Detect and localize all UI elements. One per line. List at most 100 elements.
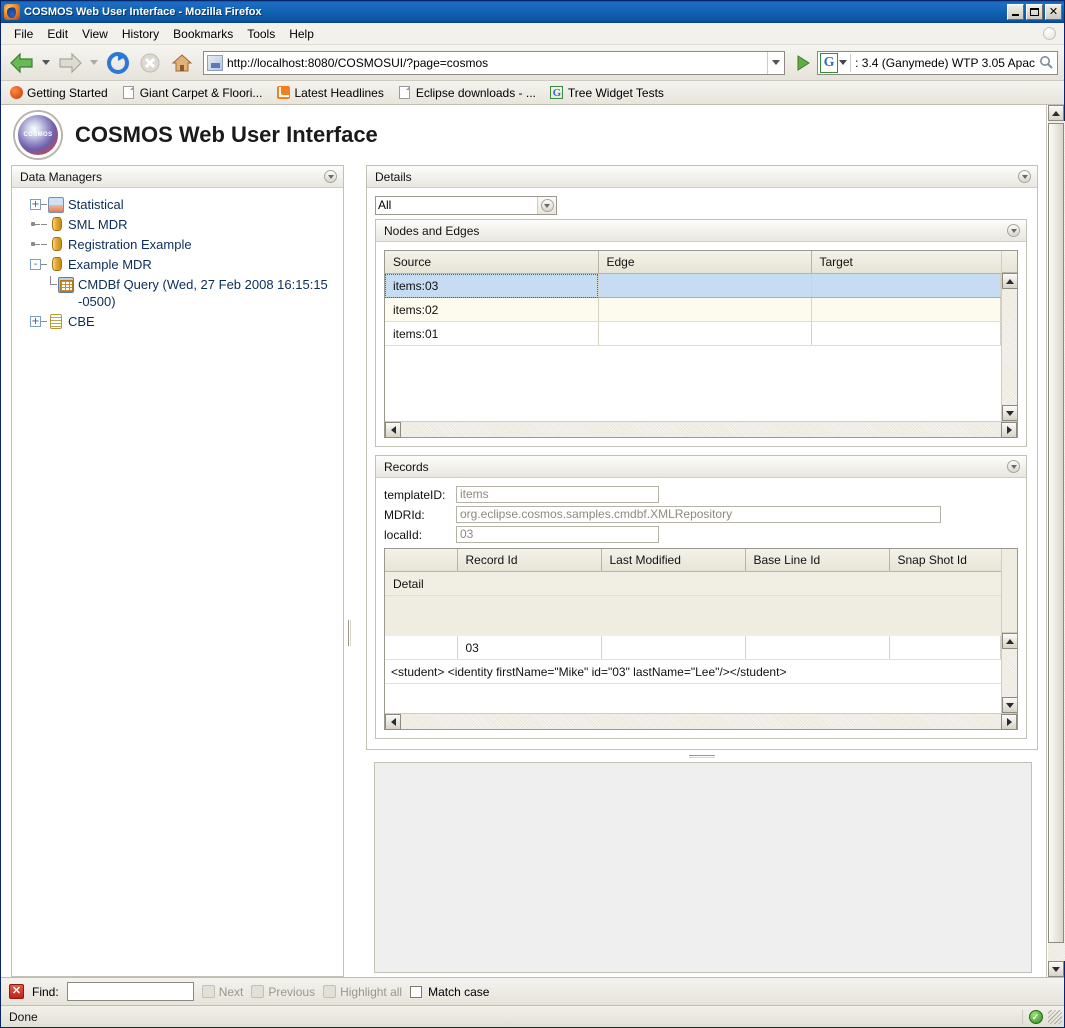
- search-magnifier-icon[interactable]: [1035, 55, 1057, 70]
- column-header-base-line-id[interactable]: Base Line Id: [745, 549, 890, 572]
- scroll-down-button[interactable]: [1002, 405, 1017, 421]
- menu-tools[interactable]: Tools: [240, 25, 282, 43]
- expander-plus-icon[interactable]: +: [30, 199, 41, 210]
- find-close-icon[interactable]: ✕: [9, 984, 24, 999]
- cell-target[interactable]: [811, 297, 1001, 322]
- cell-target[interactable]: [811, 321, 1001, 346]
- security-status-cell[interactable]: ✓: [1022, 1009, 1048, 1024]
- cell-source[interactable]: items:01: [385, 321, 599, 346]
- tree-item-cbe[interactable]: + CBE: [30, 313, 343, 330]
- horizontal-splitter[interactable]: [366, 750, 1038, 762]
- column-header-snap-shot-id[interactable]: Snap Shot Id: [889, 549, 1001, 572]
- match-case-checkbox[interactable]: Match case: [410, 985, 489, 999]
- bookmark-tree-widget-tests[interactable]: G Tree Widget Tests: [550, 86, 664, 100]
- records-grid-horizontal-scrollbar[interactable]: [385, 713, 1017, 730]
- column-header-last-modified[interactable]: Last Modified: [601, 549, 746, 572]
- search-bar[interactable]: G : 3.4 (Ganymede) WTP 3.05 Apac: [817, 50, 1058, 75]
- cell-blank[interactable]: [385, 635, 458, 660]
- column-header-target[interactable]: Target: [811, 251, 1001, 274]
- search-input[interactable]: : 3.4 (Ganymede) WTP 3.05 Apac: [851, 56, 1035, 70]
- reload-button-icon[interactable]: [103, 48, 133, 78]
- chevron-down-icon[interactable]: [324, 170, 337, 183]
- url-history-dropdown-icon[interactable]: [767, 51, 783, 74]
- search-engine-dropdown-icon[interactable]: [839, 60, 848, 65]
- nodes-grid-vertical-scrollbar[interactable]: [1001, 251, 1017, 421]
- bookmark-giant-carpet[interactable]: Giant Carpet & Floori...: [122, 86, 262, 100]
- close-button[interactable]: ✕: [1045, 4, 1062, 20]
- menu-help[interactable]: Help: [282, 25, 321, 43]
- tree-item-sml-mdr[interactable]: SML MDR: [30, 216, 343, 233]
- chevron-down-icon[interactable]: [1007, 460, 1020, 473]
- menu-bookmarks[interactable]: Bookmarks: [166, 25, 240, 43]
- find-input[interactable]: [66, 982, 194, 1001]
- column-header-source[interactable]: Source: [385, 251, 599, 274]
- bookmark-getting-started[interactable]: Getting Started: [9, 86, 108, 100]
- vertical-splitter[interactable]: [344, 165, 354, 977]
- scroll-down-button[interactable]: [1048, 961, 1064, 977]
- expander-plus-icon[interactable]: +: [30, 316, 41, 327]
- records-grid-vertical-scrollbar[interactable]: [1001, 549, 1017, 713]
- localid-field[interactable]: 03: [456, 526, 659, 543]
- scroll-down-button[interactable]: [1002, 697, 1017, 713]
- scrollbar-track[interactable]: [1002, 289, 1017, 405]
- scroll-right-button[interactable]: [1001, 422, 1017, 438]
- menu-history[interactable]: History: [115, 25, 166, 43]
- back-button-icon[interactable]: [7, 48, 37, 78]
- bookmark-latest-headlines[interactable]: Latest Headlines: [276, 86, 384, 100]
- splitter-grip[interactable]: [348, 619, 351, 646]
- filter-select-dropdown-button[interactable]: [537, 197, 556, 214]
- column-header-record-id[interactable]: Record Id: [457, 549, 602, 572]
- cell-snap-shot-id[interactable]: [889, 635, 1001, 660]
- cell-last-modified[interactable]: [601, 635, 746, 660]
- back-dropdown-icon[interactable]: [42, 60, 50, 65]
- scroll-up-button[interactable]: [1048, 105, 1064, 121]
- maximize-button[interactable]: [1026, 4, 1043, 20]
- records-xml-row[interactable]: <student> <identity firstName="Mike" id=…: [385, 659, 1001, 684]
- nodes-grid-horizontal-scrollbar[interactable]: [385, 421, 1017, 438]
- tree-item-cmdbf-query[interactable]: CMDBf Query (Wed, 27 Feb 2008 16:15:15 -…: [30, 276, 343, 310]
- table-row[interactable]: items:03: [385, 273, 1001, 298]
- scroll-right-button[interactable]: [1001, 714, 1017, 730]
- templateid-field[interactable]: items: [456, 486, 659, 503]
- scroll-up-button[interactable]: [1002, 633, 1017, 649]
- resize-grip[interactable]: [1048, 1009, 1062, 1024]
- table-row[interactable]: 03: [385, 635, 1001, 660]
- cell-edge[interactable]: [598, 273, 812, 298]
- cell-edge[interactable]: [598, 297, 812, 322]
- cell-record-id[interactable]: 03: [457, 635, 602, 660]
- expander-minus-icon[interactable]: -: [30, 259, 41, 270]
- page-vertical-scrollbar[interactable]: [1047, 105, 1065, 977]
- bookmark-eclipse-downloads[interactable]: Eclipse downloads - ...: [398, 86, 536, 100]
- tree-item-example-mdr[interactable]: - Example MDR: [30, 256, 343, 273]
- chevron-down-icon[interactable]: [1007, 224, 1020, 237]
- go-button[interactable]: [791, 51, 815, 75]
- scrollbar-track[interactable]: [401, 714, 1001, 729]
- column-header-edge[interactable]: Edge: [598, 251, 812, 274]
- address-bar[interactable]: http://localhost:8080/COSMOSUI/?page=cos…: [203, 50, 786, 75]
- cell-source[interactable]: items:02: [385, 297, 599, 322]
- cell-target[interactable]: [811, 273, 1001, 298]
- menu-file[interactable]: File: [7, 25, 40, 43]
- scrollbar-thumb[interactable]: [1047, 123, 1064, 943]
- filter-select[interactable]: All: [375, 196, 557, 215]
- scrollbar-track[interactable]: [401, 422, 1001, 437]
- cell-source[interactable]: items:03: [385, 273, 599, 298]
- cell-base-line-id[interactable]: [745, 635, 890, 660]
- tree-item-registration-example[interactable]: Registration Example: [30, 236, 343, 253]
- table-row[interactable]: items:01: [385, 321, 1001, 346]
- mdrid-field[interactable]: org.eclipse.cosmos.samples.cmdbf.XMLRepo…: [456, 506, 941, 523]
- scrollbar-track[interactable]: [1002, 649, 1017, 697]
- scroll-left-button[interactable]: [385, 422, 401, 438]
- scrollbar-track[interactable]: [1047, 121, 1065, 961]
- menu-view[interactable]: View: [75, 25, 115, 43]
- chevron-down-icon[interactable]: [1018, 170, 1031, 183]
- scroll-left-button[interactable]: [385, 714, 401, 730]
- google-search-engine-icon[interactable]: G: [820, 52, 839, 73]
- cell-edge[interactable]: [598, 321, 812, 346]
- scroll-up-button[interactable]: [1002, 273, 1017, 289]
- tree-item-statistical[interactable]: + Statistical: [30, 196, 343, 213]
- records-detail-group-row[interactable]: Detail: [385, 571, 1001, 596]
- minimize-button[interactable]: [1007, 4, 1024, 20]
- home-button-icon[interactable]: [167, 48, 197, 78]
- checkbox-icon[interactable]: [410, 985, 423, 998]
